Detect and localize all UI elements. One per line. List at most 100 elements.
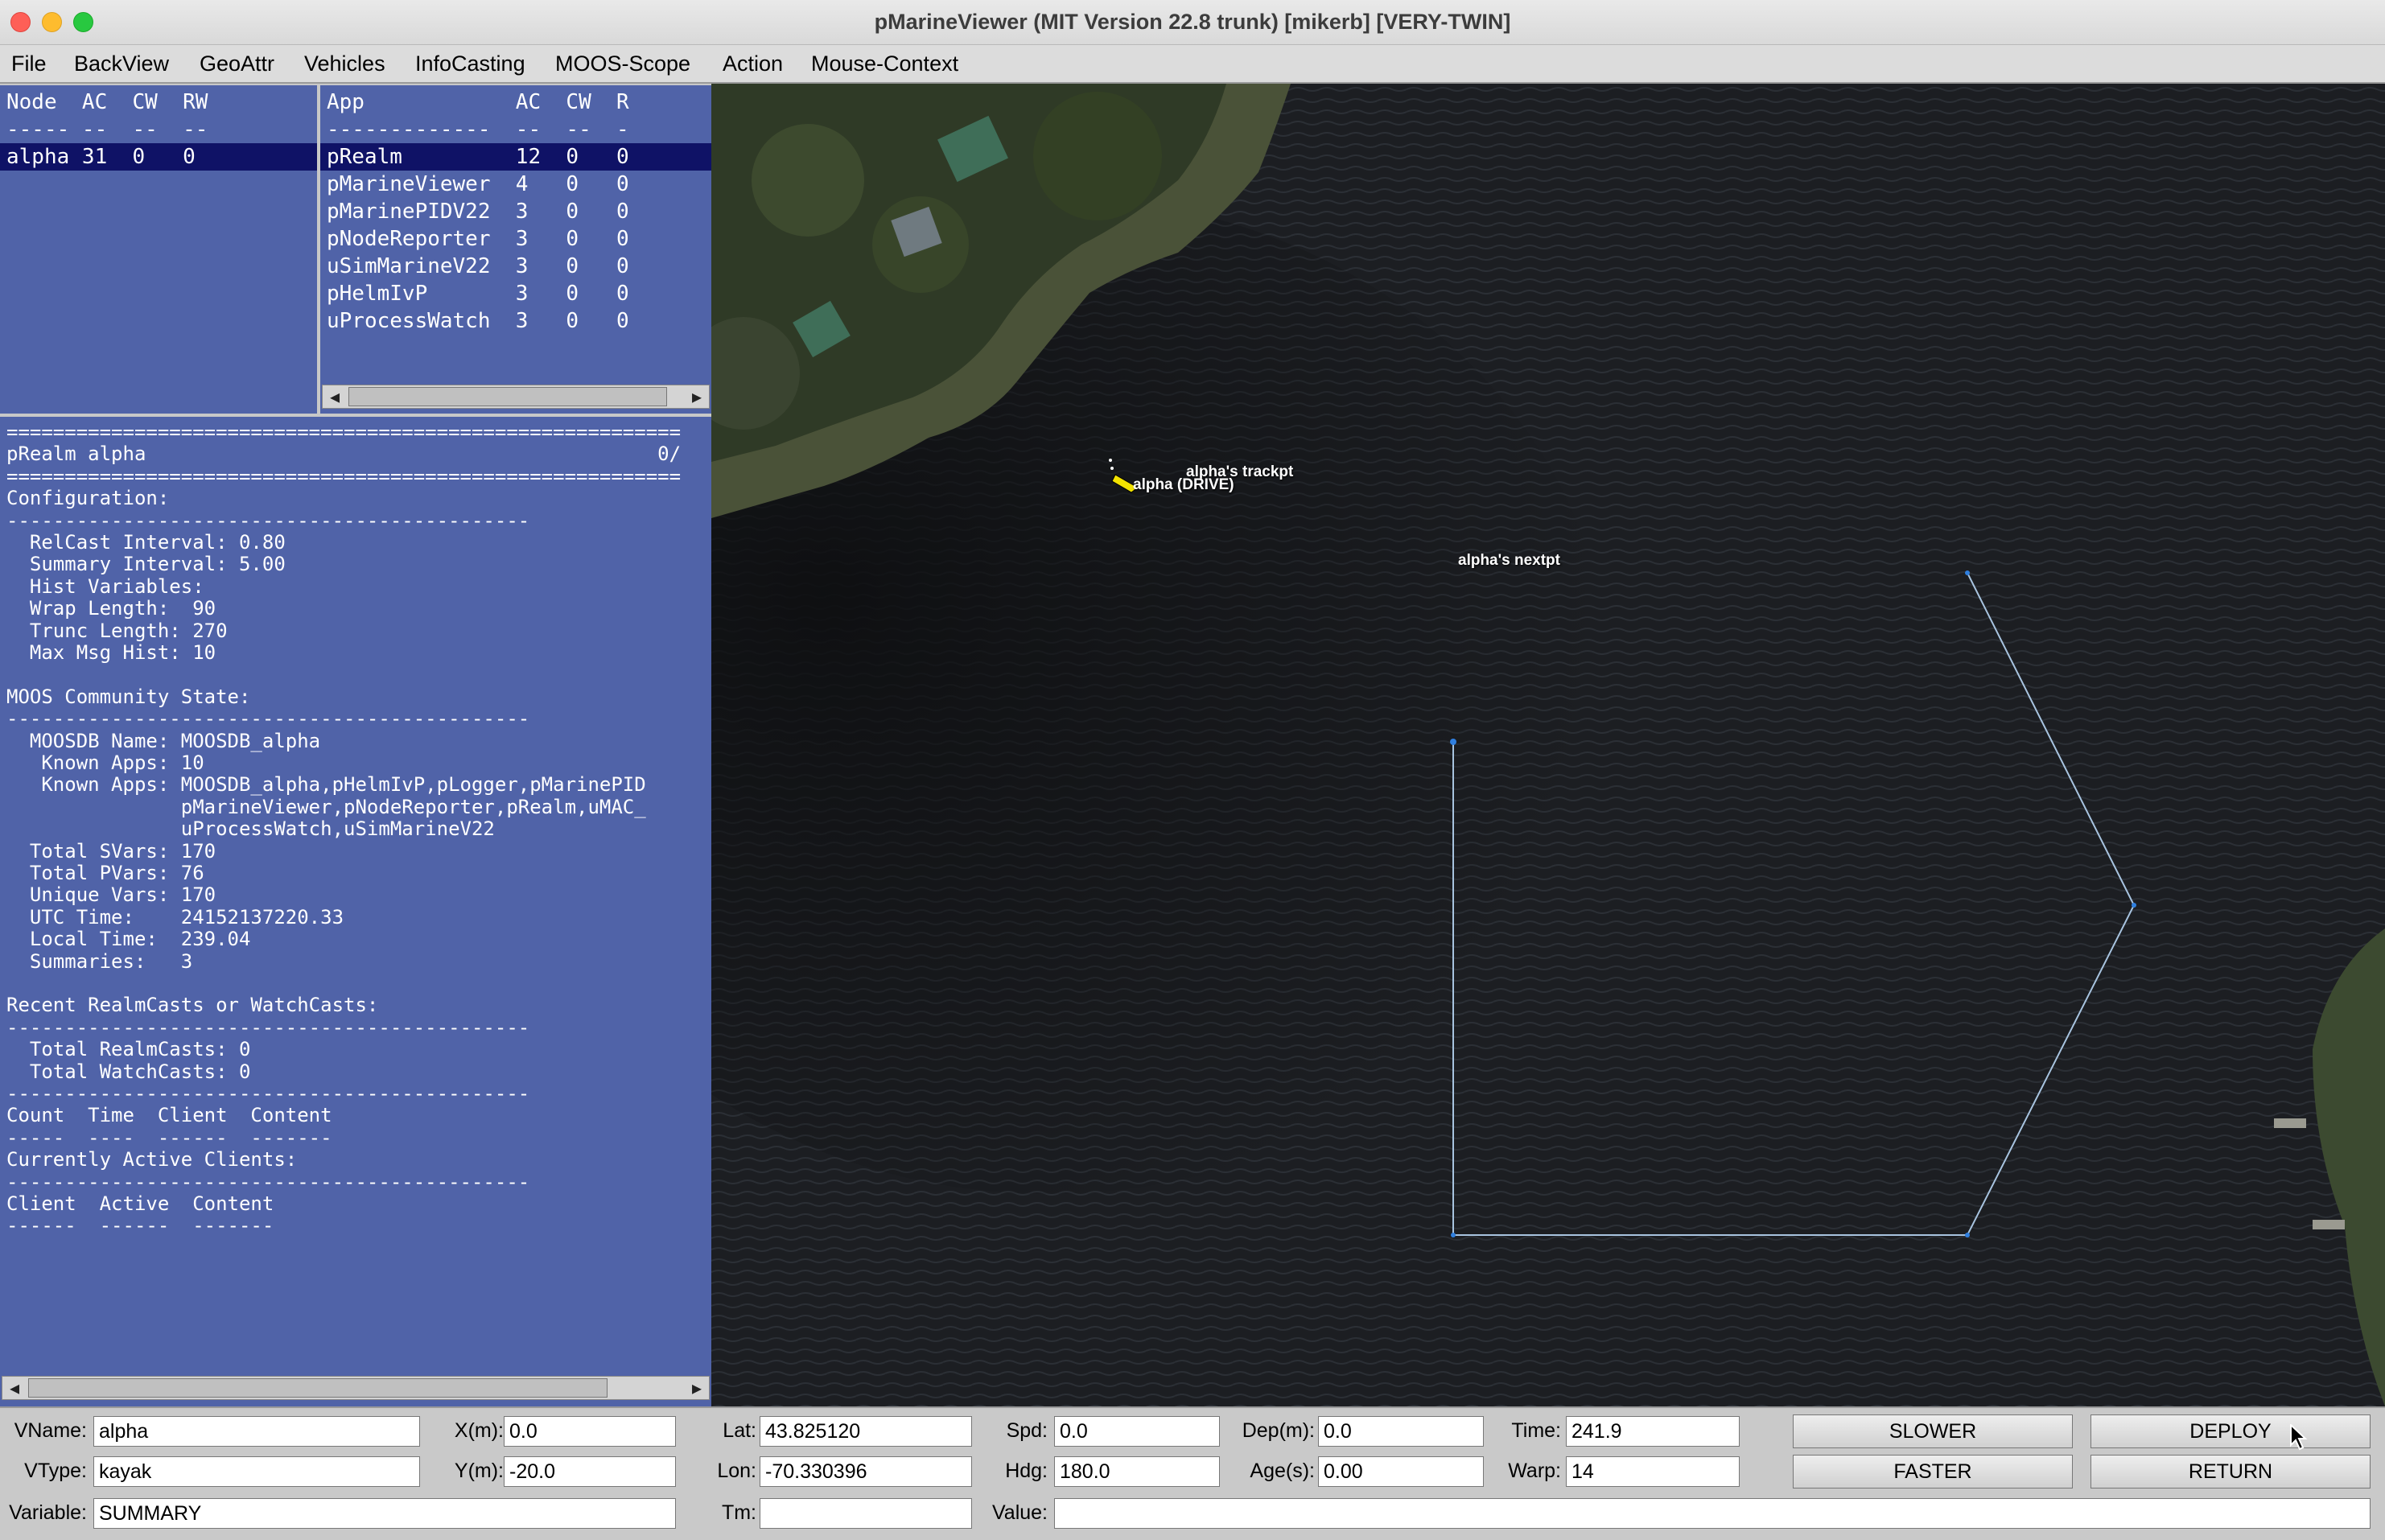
lon-field[interactable] — [760, 1456, 972, 1487]
mouse-cursor-icon — [2290, 1424, 2308, 1451]
realm-output-line: Wrap Length: 90 — [6, 597, 216, 620]
age-field[interactable] — [1318, 1456, 1484, 1487]
app-row-usimmarinev22[interactable]: uSimMarineV22 3 0 0 — [327, 253, 629, 280]
realm-output-line: Total WatchCasts: 0 — [6, 1060, 251, 1083]
app-row-phelmivp[interactable]: pHelmIvP 3 0 0 — [327, 280, 629, 307]
app-list-panel: App AC CW R ------------- -- -- - pRealm… — [320, 85, 711, 414]
realm-output-line: uProcessWatch,uSimMarineV22 — [6, 817, 495, 841]
realm-output-line: Summaries: 3 — [6, 949, 193, 973]
realm-output-line: Local Time: 239.04 — [6, 928, 251, 951]
menu-moos-scope[interactable]: MOOS-Scope — [555, 51, 690, 76]
window-titlebar: pMarineViewer (MIT Version 22.8 trunk) [… — [0, 0, 2385, 45]
y-field[interactable] — [504, 1456, 676, 1487]
scroll-right-icon[interactable]: ▶ — [685, 385, 709, 408]
faster-button[interactable]: FASTER — [1793, 1455, 2073, 1489]
hdg-field[interactable] — [1054, 1456, 1220, 1487]
menu-backview[interactable]: BackView — [74, 51, 169, 76]
dock — [2313, 1220, 2345, 1229]
app-row-uprocesswatch[interactable]: uProcessWatch 3 0 0 — [327, 307, 629, 335]
menu-infocasting[interactable]: InfoCasting — [415, 51, 525, 76]
lat-field[interactable] — [760, 1416, 972, 1447]
node-row-alpha[interactable]: alpha 31 0 0 — [6, 143, 196, 171]
menu-vehicles[interactable]: Vehicles — [304, 51, 385, 76]
realm-output-line: Currently Active Clients: — [6, 1148, 298, 1171]
deploy-button[interactable]: DEPLOY — [2090, 1414, 2371, 1448]
app-row-pmarinepidv22[interactable]: pMarinePIDV22 3 0 0 — [327, 198, 629, 225]
value-field[interactable] — [1054, 1498, 2371, 1529]
hdg-label: Hdg: — [1005, 1460, 1048, 1482]
app-row-pnodereporter[interactable]: pNodeReporter 3 0 0 — [327, 225, 629, 253]
realm-output-line: UTC Time: 24152137220.33 — [6, 905, 344, 929]
realm-output-line: Count Time Client Content — [6, 1104, 332, 1127]
app-list-scroll-thumb[interactable] — [348, 387, 667, 406]
variable-label: Variable: — [9, 1501, 87, 1524]
scroll-left-icon[interactable]: ◀ — [323, 385, 347, 408]
realm-output-line: ----------------------------------------… — [6, 509, 530, 532]
x-label: X(m): — [454, 1419, 504, 1442]
realm-output-line: ----------------------------------------… — [6, 707, 530, 731]
realm-output-line: ========================================… — [6, 464, 682, 488]
realm-output-line: Hist Variables: — [6, 574, 204, 598]
menu-mouse-context[interactable]: Mouse-Context — [811, 51, 958, 76]
realm-output-panel: ========================================… — [0, 417, 711, 1406]
waypoint-marker — [1965, 570, 1970, 575]
app-list-hscrollbar[interactable]: ◀ ▶ — [322, 385, 710, 409]
lon-label: Lon: — [717, 1460, 756, 1482]
vtype-field[interactable] — [93, 1456, 420, 1487]
y-label: Y(m): — [454, 1460, 504, 1482]
lat-label: Lat: — [723, 1419, 756, 1442]
dep-label: Dep(m): — [1242, 1419, 1315, 1442]
vtype-label: VType: — [24, 1460, 87, 1482]
x-field[interactable] — [504, 1416, 676, 1447]
map-canvas[interactable] — [711, 84, 2385, 1406]
realm-output-scroll-thumb[interactable] — [28, 1378, 608, 1398]
realm-output-line: MOOS Community State: — [6, 685, 251, 708]
realm-output-line: ========================================… — [6, 421, 682, 443]
app-list-divider: ------------- -- -- - — [327, 117, 629, 142]
nextpt-label: alpha's nextpt — [1458, 552, 1560, 569]
realm-output-line: ------ ------ ------- — [6, 1214, 274, 1237]
control-panel: VName: VType: Variable: X(m): Y(m): Lat:… — [0, 1406, 2385, 1540]
node-list-divider: ----- -- -- -- — [6, 117, 208, 142]
menu-action[interactable]: Action — [723, 51, 783, 76]
realm-output-line: ----- ---- ------ ------- — [6, 1126, 332, 1149]
node-list-header: Node AC CW RW — [6, 90, 208, 114]
realm-output-line: ----------------------------------------… — [6, 1082, 530, 1105]
menu-file[interactable]: File — [11, 51, 47, 76]
app-list-header: App AC CW R — [327, 90, 629, 114]
realm-output-line: RelCast Interval: 0.80 — [6, 531, 286, 554]
realm-output-line: Client Active Content — [6, 1192, 274, 1215]
realm-output-line: ----------------------------------------… — [6, 1170, 530, 1193]
dock — [2274, 1118, 2306, 1128]
map-view[interactable]: alpha's trackpt alpha (DRIVE) alpha's ne… — [711, 84, 2385, 1406]
scroll-left-icon[interactable]: ◀ — [2, 1377, 27, 1399]
menu-geoattr[interactable]: GeoAttr — [200, 51, 274, 76]
tm-label: Tm: — [721, 1501, 756, 1524]
menubar: File BackView GeoAttr Vehicles InfoCasti… — [0, 45, 2385, 84]
vname-label: VName: — [14, 1419, 87, 1442]
waypoint-marker — [1451, 1233, 1456, 1237]
realm-output-line: Summary Interval: 5.00 — [6, 553, 286, 576]
realm-output-line: Total PVars: 76 — [6, 862, 204, 884]
realm-output-line: ----------------------------------------… — [6, 1015, 530, 1039]
app-row-prealm[interactable]: pRealm 12 0 0 — [327, 143, 629, 171]
time-field[interactable] — [1566, 1416, 1740, 1447]
slower-button[interactable]: SLOWER — [1793, 1414, 2073, 1448]
return-button[interactable]: RETURN — [2090, 1455, 2371, 1489]
spd-label: Spd: — [1006, 1419, 1048, 1442]
dep-field[interactable] — [1318, 1416, 1484, 1447]
realm-output-line: Known Apps: 10 — [6, 751, 204, 774]
tm-field[interactable] — [760, 1498, 972, 1529]
scroll-right-icon[interactable]: ▶ — [685, 1377, 709, 1399]
realm-output-hscrollbar[interactable]: ◀ ▶ — [2, 1376, 710, 1400]
value-label: Value: — [991, 1501, 1048, 1524]
realm-output-line: Unique Vars: 170 — [6, 883, 216, 907]
node-list-panel: Node AC CW RW ----- -- -- -- alpha 31 0 … — [0, 85, 317, 414]
waypoint-marker — [1450, 739, 1456, 745]
warp-field[interactable] — [1566, 1456, 1740, 1487]
app-row-pmarineviewer[interactable]: pMarineViewer 4 0 0 — [327, 171, 629, 198]
realm-output-line: Recent RealmCasts or WatchCasts: — [6, 994, 379, 1017]
variable-field[interactable] — [93, 1498, 676, 1529]
spd-field[interactable] — [1054, 1416, 1220, 1447]
vname-field[interactable] — [93, 1416, 420, 1447]
